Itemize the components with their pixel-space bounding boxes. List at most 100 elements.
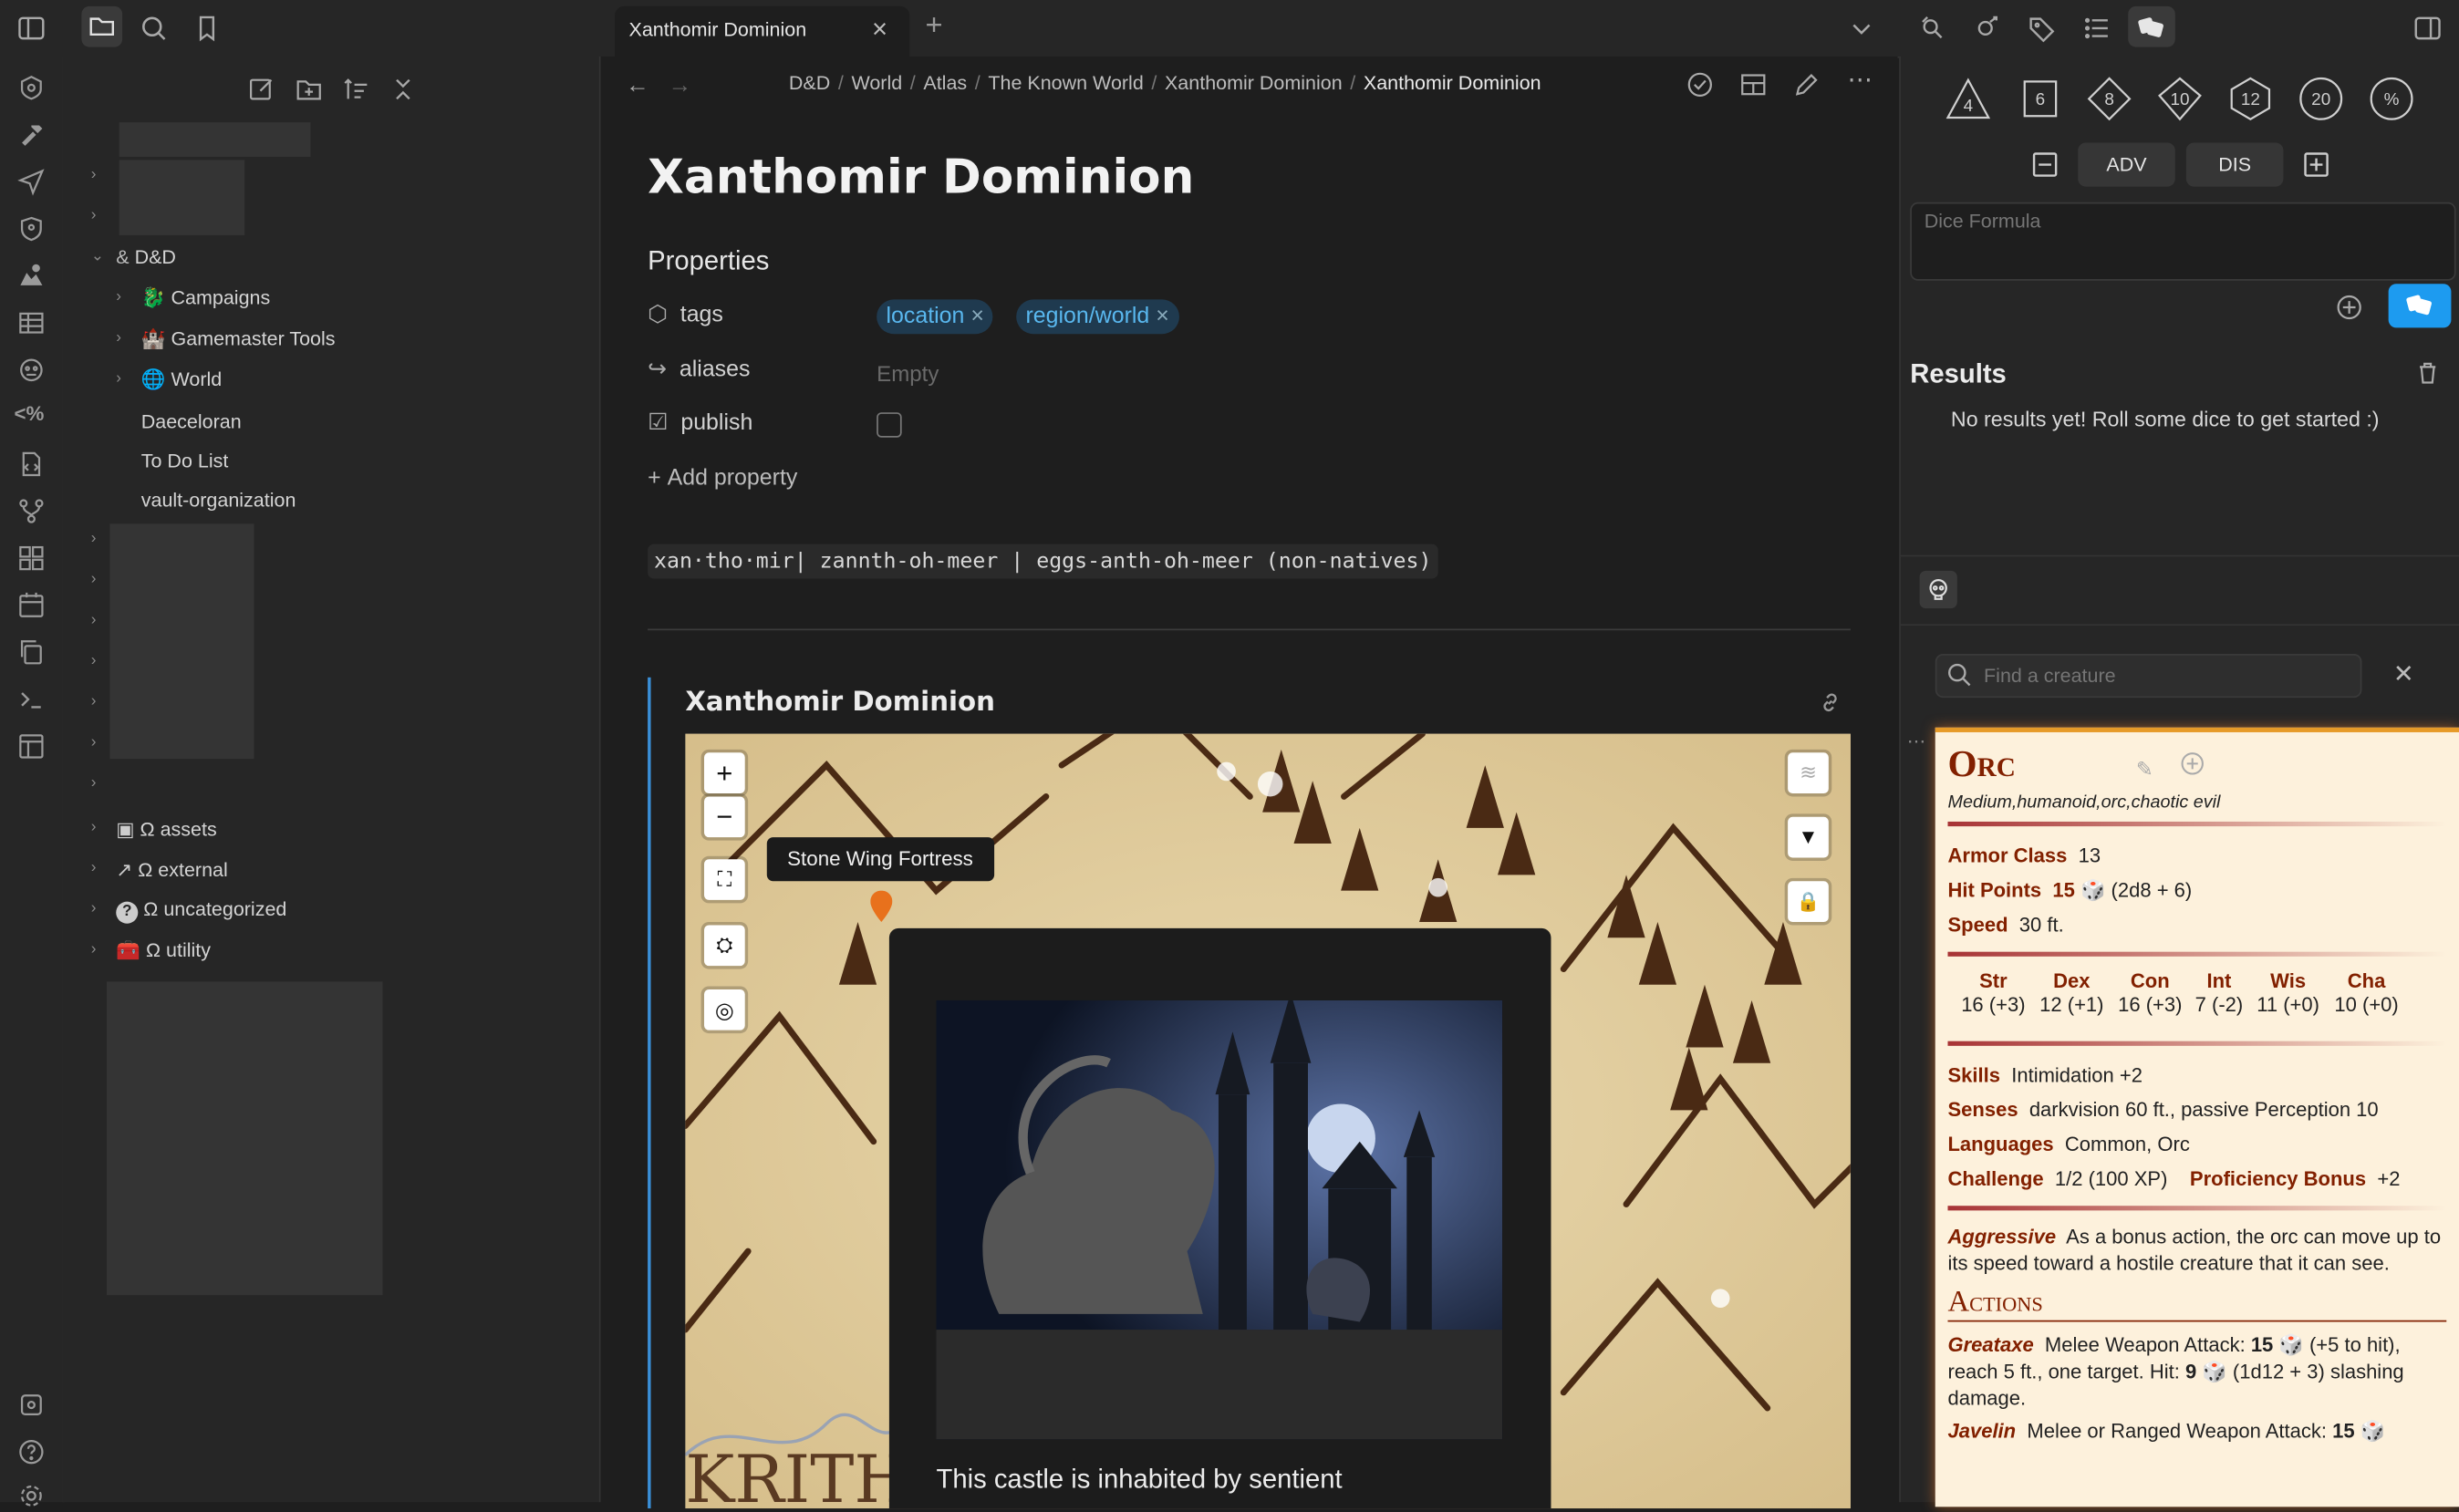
target-icon[interactable]: ◎ [704, 989, 745, 1030]
close-icon[interactable]: ✕ [2393, 658, 2414, 689]
zoom-out-button[interactable]: − [704, 796, 745, 838]
sort-icon[interactable] [342, 76, 370, 104]
chevron-right-icon[interactable]: › [91, 900, 97, 917]
property-tags[interactable]: ⬡ tags [648, 303, 723, 328]
advantage-button[interactable]: ADV [2078, 142, 2175, 187]
sidebar-item-world[interactable]: 🌐 World [141, 368, 223, 392]
skull-icon[interactable] [1919, 570, 1957, 609]
dice-roll-icon[interactable]: 🎲 [2202, 1360, 2226, 1383]
tab-close-icon[interactable]: × [872, 14, 887, 45]
outline-icon[interactable] [2081, 13, 2112, 44]
dice-roll-icon[interactable]: 🎲 [2278, 1332, 2303, 1356]
property-publish[interactable]: ☑ publish [648, 410, 752, 436]
breadcrumb-item[interactable]: Xanthomir Dominion [1165, 72, 1343, 94]
tag-chip[interactable]: location × [877, 299, 994, 335]
file-script-icon[interactable] [16, 449, 47, 480]
tags-icon[interactable] [2026, 13, 2057, 44]
fullscreen-icon[interactable]: ⛶ [704, 859, 745, 900]
link-icon[interactable] [1818, 690, 1843, 716]
shield-icon[interactable] [16, 213, 47, 244]
layout-icon[interactable] [16, 730, 47, 761]
d4-button[interactable]: 4 [1945, 76, 1992, 123]
d12-button[interactable]: 12 [2227, 76, 2275, 123]
chevron-right-icon[interactable]: › [91, 941, 97, 958]
sidebar-item-gamemaster-tools[interactable]: 🏰 Gamemaster Tools [141, 327, 336, 351]
back-arrow-icon[interactable]: ← [626, 72, 649, 98]
breadcrumb-item[interactable]: The Known World [988, 72, 1143, 94]
sidebar-item-vault-organization[interactable]: vault-organization [141, 489, 296, 511]
sidebar-item-todo[interactable]: To Do List [141, 450, 229, 471]
roll-button[interactable] [2388, 284, 2452, 328]
breadcrumb-item[interactable]: D&D [789, 72, 830, 94]
plus-box-icon[interactable] [2302, 150, 2330, 179]
creature-icon[interactable] [16, 355, 47, 386]
new-folder-icon[interactable] [295, 76, 323, 104]
settings-icon[interactable] [16, 1480, 47, 1511]
add-creature-icon[interactable] [2180, 751, 2205, 777]
minus-box-icon[interactable] [2031, 150, 2060, 179]
hammer-icon[interactable] [16, 119, 47, 150]
layout-toggle-icon[interactable] [1739, 70, 1768, 98]
aliases-value[interactable]: Empty [877, 360, 939, 386]
calendar-icon[interactable] [16, 589, 47, 620]
add-formula-icon[interactable] [2335, 294, 2363, 322]
edit-creature-icon[interactable]: ✎ [2136, 757, 2153, 782]
sidebar-item-campaigns[interactable]: 🐉 Campaigns [141, 287, 271, 311]
outgoing-links-icon[interactable] [1971, 13, 2002, 44]
lock-icon[interactable]: 🔒 [1788, 881, 1829, 923]
files-view-icon[interactable] [81, 5, 123, 47]
map-marker-icon[interactable] [16, 260, 47, 291]
vault-icon[interactable] [16, 1389, 47, 1420]
add-property-button[interactable]: + Add property [648, 466, 797, 492]
sidebar-item-uncategorized[interactable]: ? Ω uncategorized [116, 898, 286, 924]
sidebar-item-dnd[interactable]: & D&D [116, 246, 176, 268]
trash-icon[interactable] [2415, 360, 2441, 386]
right-sidebar-toggle-icon[interactable] [2412, 13, 2443, 44]
chevron-right-icon[interactable]: › [91, 859, 97, 876]
publish-checkbox[interactable] [877, 412, 902, 438]
chevron-right-icon[interactable]: › [116, 370, 121, 388]
remove-tag-icon[interactable]: × [1156, 305, 1169, 330]
send-icon[interactable] [16, 166, 47, 197]
dice-roll-icon[interactable]: 🎲 [2080, 878, 2105, 902]
sidebar-item-external[interactable]: ↗ Ω external [116, 858, 228, 881]
dice-formula-input[interactable] [1910, 202, 2456, 281]
layers-icon[interactable]: ≋ [1788, 752, 1829, 794]
edit-pencil-icon[interactable] [1792, 70, 1821, 98]
dice-roller-icon[interactable] [2128, 5, 2175, 47]
tab-xanthomir-dominion[interactable]: Xanthomir Dominion × [615, 5, 910, 57]
d100-button[interactable]: % [2368, 76, 2415, 123]
new-note-icon[interactable] [248, 76, 276, 104]
property-aliases[interactable]: ↪ aliases [648, 357, 750, 383]
breadcrumb-item[interactable]: Atlas [923, 72, 967, 94]
zoom-in-button[interactable]: + [704, 752, 745, 794]
map-marker-icon[interactable] [870, 890, 893, 923]
check-circle-icon[interactable] [1686, 70, 1714, 98]
link-search-icon[interactable] [1916, 13, 1947, 44]
drag-handle-icon[interactable]: ⋯ [1907, 730, 1926, 752]
d6-button[interactable]: 6 [2017, 76, 2064, 123]
chevron-right-icon[interactable]: › [116, 288, 121, 306]
more-options-icon[interactable]: ⋯ [1847, 64, 1873, 95]
dashboard-icon[interactable] [16, 543, 47, 574]
chevron-right-icon[interactable]: › [91, 819, 97, 836]
sidebar-toggle-icon[interactable] [16, 13, 47, 44]
help-icon[interactable] [16, 1436, 47, 1467]
map-people-icon[interactable]: ⛭ [704, 925, 745, 967]
disadvantage-button[interactable]: DIS [2185, 142, 2284, 187]
filter-icon[interactable]: ▼ [1788, 816, 1829, 858]
terminal-icon[interactable] [16, 684, 47, 715]
breadcrumb-item[interactable]: World [851, 72, 902, 94]
creature-search-input[interactable] [1980, 659, 2348, 692]
table-icon[interactable] [16, 307, 47, 338]
copy-icon[interactable] [16, 637, 47, 668]
d8-button[interactable]: 8 [2086, 76, 2133, 123]
creature-search[interactable] [1935, 653, 2362, 699]
chevron-right-icon[interactable]: › [116, 329, 121, 347]
sidebar-item-utility[interactable]: 🧰 Ω utility [116, 939, 211, 963]
git-branch-icon[interactable] [16, 495, 47, 526]
collapse-all-icon[interactable] [389, 76, 417, 104]
breadcrumb-current[interactable]: Xanthomir Dominion [1364, 72, 1541, 94]
new-tab-button[interactable]: + [925, 9, 942, 44]
dice-roll-icon[interactable]: 🎲 [2360, 1419, 2385, 1443]
